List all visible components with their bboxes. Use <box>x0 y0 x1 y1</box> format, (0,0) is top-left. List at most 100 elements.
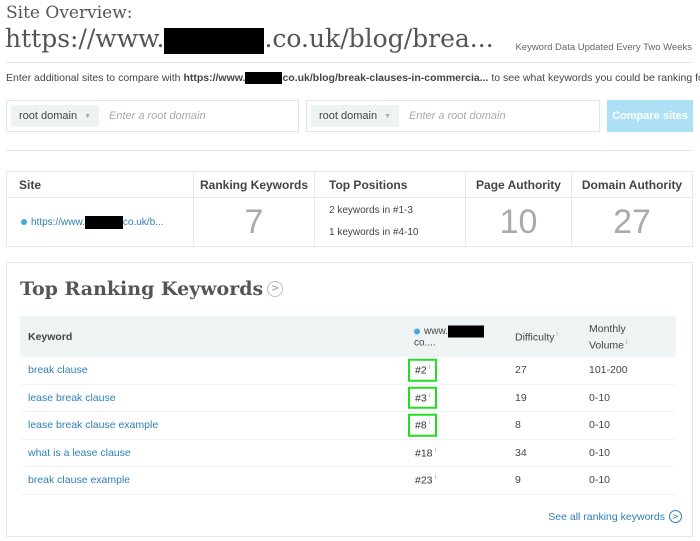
header-difficulty: Difficulty i <box>515 330 558 343</box>
intro-text: Enter additional sites to compare with <box>6 72 184 84</box>
volume-value: 0-10 <box>589 419 611 432</box>
difficulty-value: 19 <box>515 391 527 404</box>
page-title: Site Overview: <box>6 3 133 23</box>
keywords-table-header: Keyword www.co.... Difficulty i Monthly … <box>20 316 676 357</box>
site-dot-icon <box>414 328 420 334</box>
see-all-text: See all ranking keywords <box>548 510 665 523</box>
volume-value: 101-200 <box>589 364 628 377</box>
rank-text: #18 <box>415 447 433 459</box>
divider <box>6 150 692 151</box>
info-icon[interactable]: i <box>433 447 436 454</box>
page-authority-value: 10 <box>465 197 572 247</box>
rank-text: #2 <box>415 364 427 377</box>
intro-url: co.uk/blog/break-clauses-in-commercia... <box>282 72 489 84</box>
compare-sites-button[interactable]: Compare sites <box>607 100 693 132</box>
difficulty-value: 9 <box>515 474 521 487</box>
top-positions-cell: 2 keywords in #1-3 1 keywords in #4-10 <box>314 197 466 247</box>
rank-text: #23 <box>415 474 433 487</box>
compare-field-2: root domain ▼ <box>306 100 600 132</box>
volume-value: 0-10 <box>589 474 611 487</box>
domain-type-select[interactable]: root domain ▼ <box>11 105 99 127</box>
table-row: break clause #2 i 27 101-200 <box>20 357 676 385</box>
header-site: Site <box>6 171 194 198</box>
chevron-down-icon: ▼ <box>84 112 91 120</box>
site-dot-icon <box>21 219 27 225</box>
select-value: root domain <box>319 110 378 122</box>
rank-text: #8 <box>415 419 427 432</box>
keyword-link[interactable]: what is a lease clause <box>28 447 131 459</box>
redacted <box>84 215 123 229</box>
info-icon[interactable]: i <box>554 330 558 337</box>
chevron-down-icon: ▼ <box>384 112 391 120</box>
rank-cell: #2 i <box>408 359 504 382</box>
info-icon[interactable]: i <box>427 419 431 426</box>
info-icon[interactable]: i <box>624 338 628 345</box>
keywords-title-text: Top Ranking Keywords <box>20 278 264 300</box>
volume-label: Monthly Volume <box>589 322 626 351</box>
redacted <box>245 72 283 85</box>
keyword-link[interactable]: lease break clause example <box>28 419 158 431</box>
header-site: www.co.... <box>414 325 504 348</box>
difficulty-label: Difficulty <box>515 330 555 343</box>
header-page-authority: Page Authority <box>465 171 572 198</box>
difficulty-value: 27 <box>515 364 527 377</box>
domain-input[interactable] <box>109 110 279 122</box>
chevron-right-circle-icon: > <box>669 510 682 523</box>
domain-type-select[interactable]: root domain ▼ <box>311 105 399 127</box>
keywords-title: Top Ranking Keywords > <box>20 278 284 300</box>
divider <box>6 62 692 63</box>
table-row: lease break clause #3 i 19 0-10 <box>20 385 676 412</box>
header-volume: Monthly Volume i <box>589 321 649 352</box>
site-suffix: co.uk/b... <box>122 216 164 228</box>
rank-cell: #3 i <box>408 386 504 409</box>
see-all-keywords-link[interactable]: See all ranking keywords > <box>548 510 682 523</box>
table-row: break clause example #23 i 9 0-10 <box>20 467 676 495</box>
header-keyword: Keyword <box>28 330 73 343</box>
rank-text: #3 <box>415 392 427 404</box>
rank-cell: #18 i <box>414 442 504 465</box>
keyword-link[interactable]: break clause example <box>28 474 130 486</box>
volume-value: 0-10 <box>589 391 611 404</box>
site-cell: https://www. co.uk/b... <box>6 197 194 247</box>
metrics-table: Site Ranking Keywords Top Positions Page… <box>6 171 693 247</box>
chevron-right-circle-icon[interactable]: > <box>267 281 284 297</box>
redacted <box>447 325 484 337</box>
info-icon[interactable]: i <box>433 474 436 481</box>
site-prefix: www. <box>424 325 448 337</box>
header-ranking-keywords: Ranking Keywords <box>193 171 315 198</box>
table-row: lease break clause example #8 i 8 0-10 <box>20 412 676 440</box>
intro-url: https://www. <box>183 72 246 84</box>
header-domain-authority: Domain Authority <box>571 171 693 198</box>
compare-field-1: root domain ▼ <box>6 100 299 132</box>
intro-text: to see what keywords you could be rankin… <box>488 72 700 84</box>
top-positions-line: 2 keywords in #1-3 <box>329 205 413 216</box>
domain-input[interactable] <box>409 110 579 122</box>
rank-value: #3 i <box>408 386 438 409</box>
volume-value: 0-10 <box>589 446 611 459</box>
site-link[interactable]: https://www. co.uk/b... <box>31 215 164 229</box>
difficulty-value: 8 <box>515 419 521 432</box>
compare-intro: Enter additional sites to compare with h… <box>6 72 700 85</box>
redacted <box>164 27 265 54</box>
domain-authority-value: 27 <box>571 197 693 247</box>
site-url: https://www. .co.uk/blog/brea... <box>5 24 494 54</box>
info-icon[interactable]: i <box>427 364 431 371</box>
rank-value: #2 i <box>408 359 438 382</box>
site-prefix: https://www. <box>31 216 85 228</box>
header-top-positions: Top Positions <box>314 171 466 198</box>
url-suffix: .co.uk/blog/brea... <box>264 24 494 53</box>
top-positions-line: 1 keywords in #4-10 <box>329 227 419 238</box>
keyword-link[interactable]: lease break clause <box>28 392 116 404</box>
rank-value: #18 i <box>408 442 443 465</box>
url-prefix: https://www. <box>5 24 165 53</box>
rank-value: #8 i <box>408 414 438 437</box>
difficulty-value: 34 <box>515 446 527 459</box>
rank-cell: #8 i <box>408 414 504 437</box>
select-value: root domain <box>19 110 78 122</box>
keyword-link[interactable]: break clause <box>28 364 88 376</box>
info-icon[interactable]: i <box>427 392 431 399</box>
update-note: Keyword Data Updated Every Two Weeks <box>515 42 692 53</box>
rank-cell: #23 i <box>414 469 504 492</box>
ranking-keywords-value: 7 <box>193 197 315 247</box>
keywords-table: Keyword www.co.... Difficulty i Monthly … <box>20 316 676 495</box>
